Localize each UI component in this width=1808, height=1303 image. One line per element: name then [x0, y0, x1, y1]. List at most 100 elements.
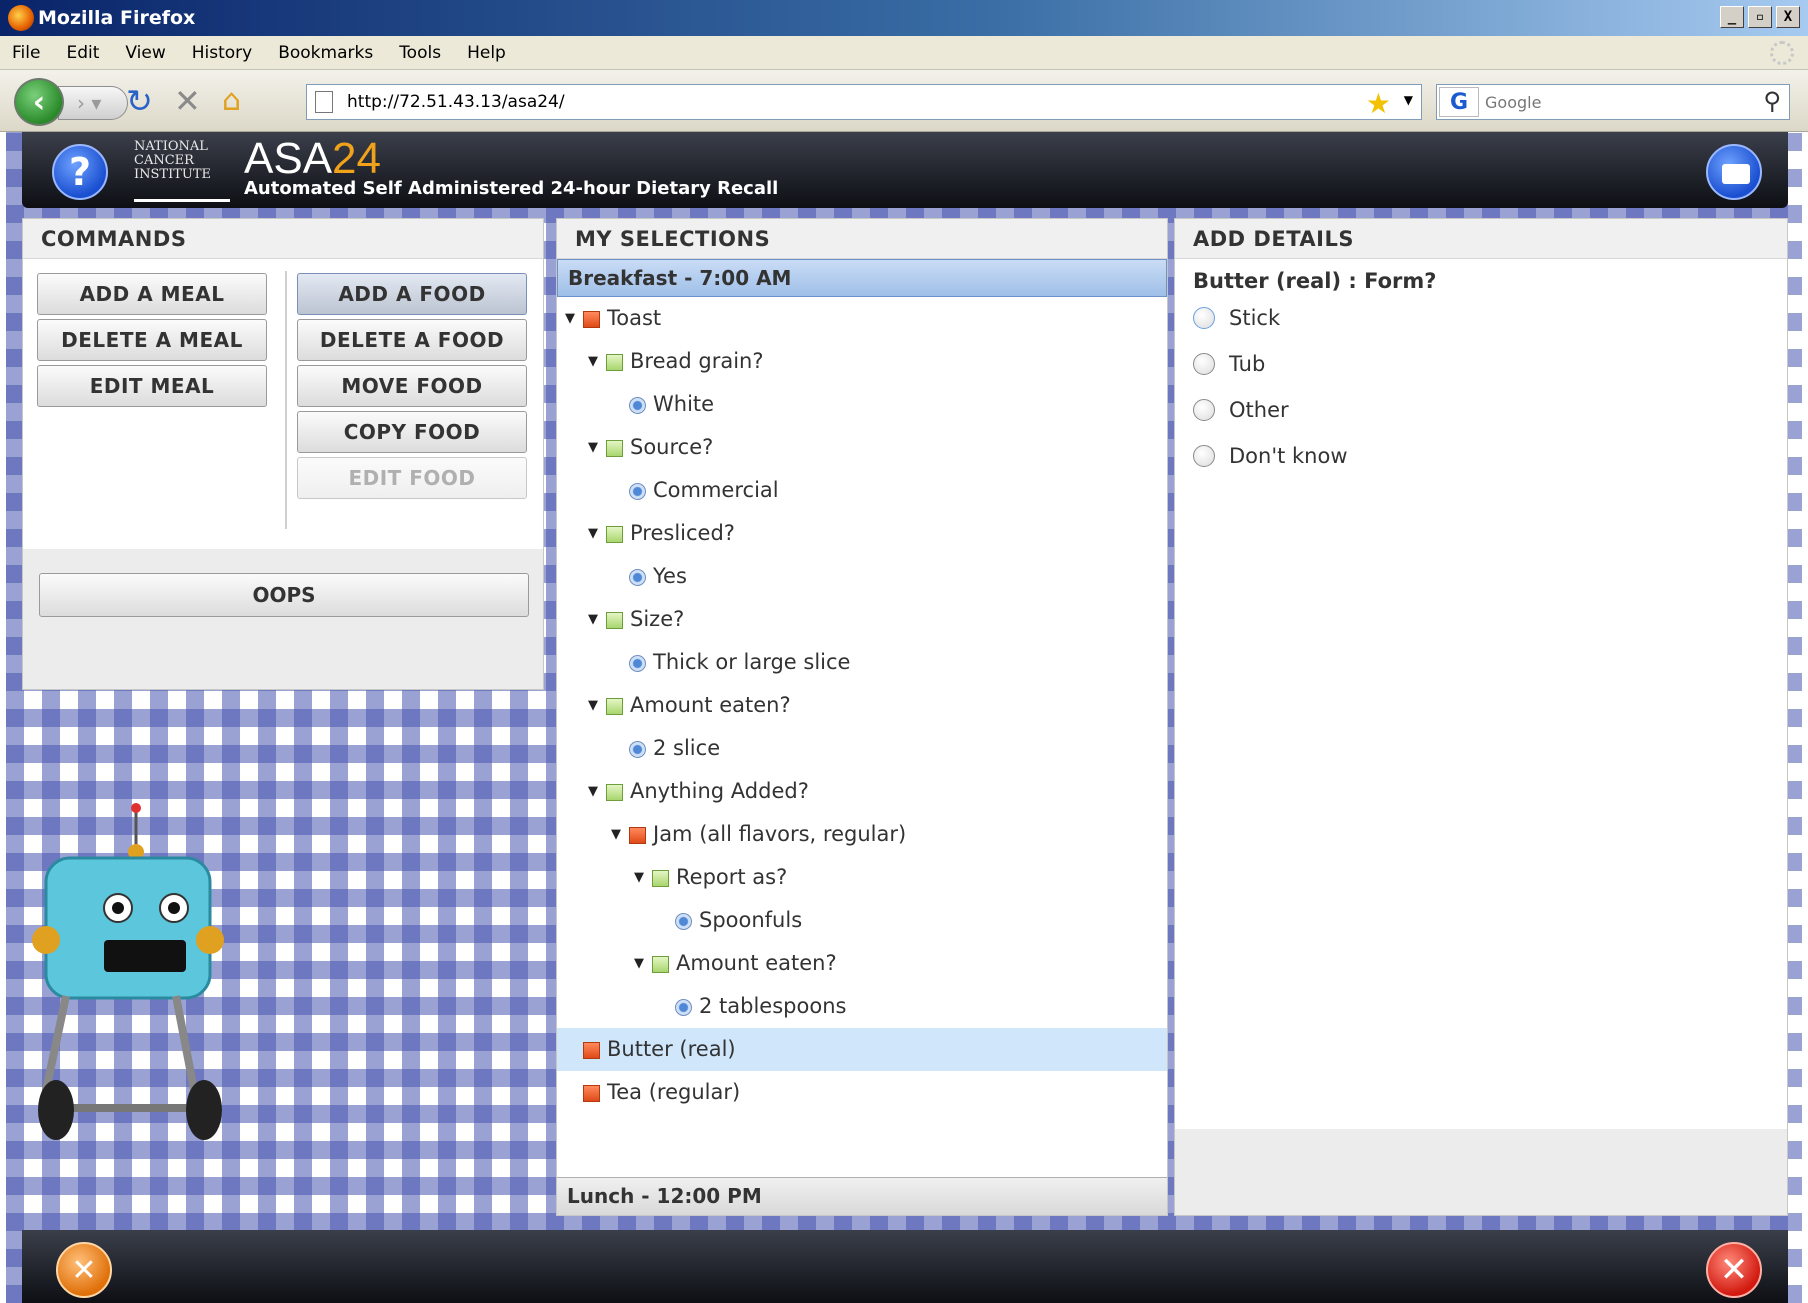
tree-row[interactable]: White	[557, 383, 1167, 426]
answer-bullet-icon	[675, 999, 692, 1016]
question-icon	[652, 870, 669, 887]
expand-arrow-icon[interactable]: ▼	[588, 598, 598, 641]
question-icon	[606, 612, 623, 629]
video-camera-icon[interactable]	[1706, 144, 1762, 200]
menu-history[interactable]: History	[192, 43, 252, 63]
oops-button[interactable]: OOPS	[39, 573, 529, 617]
expand-arrow-icon[interactable]: ▼	[588, 684, 598, 727]
tree-row-label: Spoonfuls	[699, 908, 803, 932]
details-question: Butter (real) : Form?	[1193, 269, 1437, 293]
app-title: ASA24	[244, 134, 381, 183]
maximize-button[interactable]: ▫	[1748, 6, 1772, 28]
tree-row[interactable]: ▼ Size?	[557, 598, 1167, 641]
tree-row[interactable]: Thick or large slice	[557, 641, 1167, 684]
food-icon	[629, 827, 646, 844]
menu-edit[interactable]: Edit	[66, 43, 99, 63]
tree-row[interactable]: ▼ Source?	[557, 426, 1167, 469]
food-icon	[583, 1042, 600, 1059]
tree-row-label: Source?	[630, 435, 714, 459]
tree-row[interactable]: Tea (regular)	[557, 1071, 1167, 1114]
radio-button[interactable]	[1193, 353, 1215, 375]
tree-row-label: 2 tablespoons	[699, 994, 847, 1018]
tree-row-label: Bread grain?	[630, 349, 764, 373]
tree-row-label: Amount eaten?	[630, 693, 791, 717]
window-title: Mozilla Firefox	[38, 7, 196, 29]
edit-meal-button[interactable]: EDIT MEAL	[37, 365, 267, 407]
url-dropdown-icon[interactable]: ▼	[1404, 93, 1413, 107]
question-icon	[606, 440, 623, 457]
forward-button[interactable]: › ▾	[58, 86, 128, 120]
tree-row-label: Presliced?	[630, 521, 735, 545]
tree-row[interactable]: Commercial	[557, 469, 1167, 512]
menu-help[interactable]: Help	[467, 43, 506, 63]
edit-food-button[interactable]: EDIT FOOD	[297, 457, 527, 499]
close-window-button[interactable]: X	[1776, 6, 1800, 28]
menu-tools[interactable]: Tools	[399, 43, 441, 63]
expand-arrow-icon[interactable]: ▼	[588, 426, 598, 469]
stop-icon[interactable]: ✕	[174, 84, 201, 118]
menu-bar: File Edit View History Bookmarks Tools H…	[0, 36, 1808, 70]
meal-header-breakfast[interactable]: Breakfast - 7:00 AM	[557, 259, 1167, 297]
search-input[interactable]: Google	[1485, 93, 1541, 112]
tree-row[interactable]: ▼ Amount eaten?	[557, 942, 1167, 985]
tree-row-label: Amount eaten?	[676, 951, 837, 975]
tools-icon[interactable]: ✕	[56, 1242, 112, 1298]
expand-arrow-icon[interactable]: ▼	[634, 942, 644, 985]
tree-row[interactable]: ▼ Amount eaten?	[557, 684, 1167, 727]
radio-button[interactable]	[1193, 445, 1215, 467]
question-icon	[606, 698, 623, 715]
tree-row[interactable]: ▼ Jam (all flavors, regular)	[557, 813, 1167, 856]
tree-row[interactable]: Yes	[557, 555, 1167, 598]
tree-row[interactable]: 2 tablespoons	[557, 985, 1167, 1028]
selections-panel: MY SELECTIONS Breakfast - 7:00 AM ▼ Toast…	[556, 218, 1168, 1216]
tree-row[interactable]: ▼ Anything Added?	[557, 770, 1167, 813]
answer-bullet-icon	[629, 569, 646, 586]
tree-row-label: Report as?	[676, 865, 788, 889]
menu-file[interactable]: File	[12, 43, 40, 63]
search-icon[interactable]: ⚲	[1763, 87, 1781, 115]
radio-button[interactable]	[1193, 307, 1215, 329]
question-icon	[606, 526, 623, 543]
tree-row[interactable]: Butter (real)	[557, 1028, 1167, 1071]
menu-bookmarks[interactable]: Bookmarks	[278, 43, 373, 63]
tree-row[interactable]: ▼ Bread grain?	[557, 340, 1167, 383]
home-icon[interactable]: ⌂	[222, 84, 241, 118]
expand-arrow-icon[interactable]: ▼	[588, 512, 598, 555]
back-button[interactable]: ‹	[14, 78, 64, 126]
radio-button[interactable]	[1193, 399, 1215, 421]
reload-icon[interactable]: ↻	[126, 84, 153, 118]
add-food-button[interactable]: ADD A FOOD	[297, 273, 527, 315]
answer-bullet-icon	[629, 655, 646, 672]
meal-header-lunch[interactable]: Lunch - 12:00 PM	[557, 1177, 1167, 1215]
url-bar[interactable]: http://72.51.43.13/asa24/ ★ ▼	[306, 84, 1422, 120]
expand-arrow-icon[interactable]: ▼	[565, 297, 575, 340]
copy-food-button[interactable]: COPY FOOD	[297, 411, 527, 453]
move-food-button[interactable]: MOVE FOOD	[297, 365, 527, 407]
page-icon	[315, 91, 333, 113]
tree-row[interactable]: ▼ Report as?	[557, 856, 1167, 899]
expand-arrow-icon[interactable]: ▼	[588, 340, 598, 383]
bookmark-star-icon[interactable]: ★	[1366, 87, 1391, 120]
tree-row[interactable]: ▼ Toast	[557, 297, 1167, 340]
tree-row[interactable]: 2 slice	[557, 727, 1167, 770]
question-icon	[606, 354, 623, 371]
search-bar[interactable]: G Google ⚲	[1436, 84, 1790, 120]
delete-meal-button[interactable]: DELETE A MEAL	[37, 319, 267, 361]
delete-food-button[interactable]: DELETE A FOOD	[297, 319, 527, 361]
robot-mascot	[32, 803, 224, 1140]
commands-header: COMMANDS	[23, 219, 543, 259]
expand-arrow-icon[interactable]: ▼	[634, 856, 644, 899]
help-icon[interactable]: ?	[52, 144, 108, 200]
tree-row[interactable]: ▼ Presliced?	[557, 512, 1167, 555]
search-engine-icon[interactable]: G	[1439, 87, 1479, 117]
expand-arrow-icon[interactable]: ▼	[611, 813, 621, 856]
tree-row[interactable]: Spoonfuls	[557, 899, 1167, 942]
minimize-button[interactable]: _	[1720, 6, 1744, 28]
tree-row-label: White	[653, 392, 715, 416]
tree-row-label: Yes	[653, 564, 687, 588]
app-header: ? NATIONAL CANCER INSTITUTE ASA24 Automa…	[22, 132, 1788, 208]
expand-arrow-icon[interactable]: ▼	[588, 770, 598, 813]
add-meal-button[interactable]: ADD A MEAL	[37, 273, 267, 315]
menu-view[interactable]: View	[125, 43, 165, 63]
close-icon[interactable]: ✕	[1706, 1242, 1762, 1298]
